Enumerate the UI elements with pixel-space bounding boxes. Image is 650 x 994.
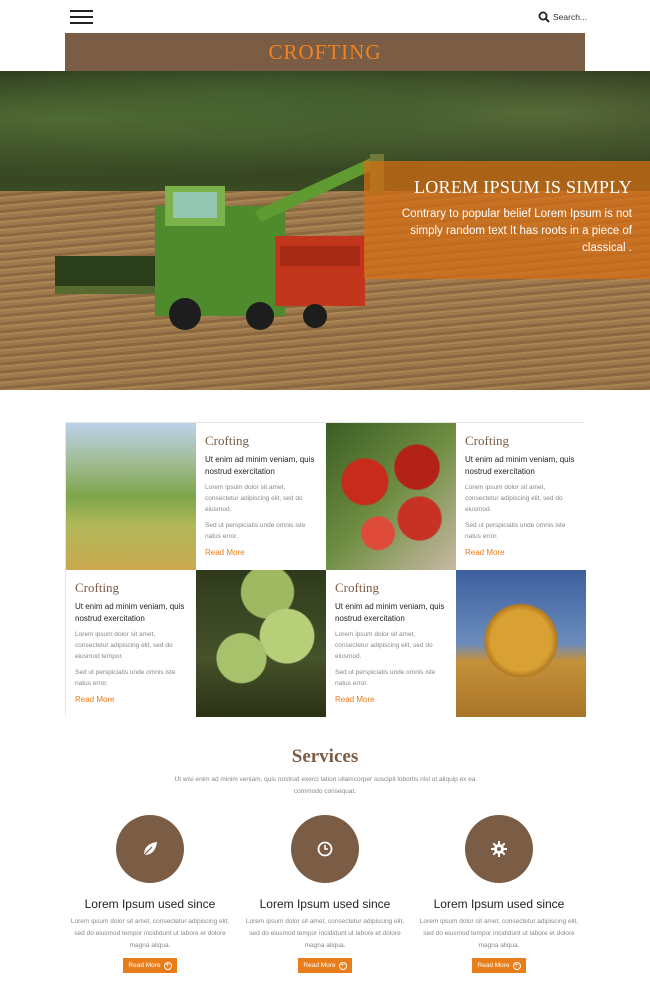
services-title: Services [291,746,359,767]
gear-icon [491,841,507,857]
search-icon [538,11,550,23]
feature-card: Crofting Ut enim ad minim veniam, quis n… [66,570,196,717]
hero-text: Contrary to popular belief Lorem Ipsum i… [401,208,632,254]
service-item: Lorem Ipsum used since Lorem ipsum dolor… [240,815,410,973]
hero-banner: LOREM IPSUM IS SIMPLY Contrary to popula… [0,71,650,390]
plus-icon: + [163,961,172,970]
top-bar: Search... [0,0,650,33]
service-text: Lorem ipsum dolor sit amet, consectetur … [419,918,579,949]
card-title: Crofting [75,580,120,595]
hero-caption: LOREM IPSUM IS SIMPLY Contrary to popula… [364,161,650,279]
service-icon-circle [116,815,184,883]
read-more-button[interactable]: Read More + [472,958,526,973]
card-body: Lorem ipsum dolor sit amet, consectetur … [205,484,303,513]
wheat-image [66,423,196,570]
card-body: Lorem ipsum dolor sit amet, consectetur … [75,631,173,660]
card-body: Sed ut perspiciatis unde omnis iste natu… [335,669,436,687]
search-box[interactable]: Search... [538,10,587,24]
read-more-label: Read More [303,962,336,969]
plus-icon: + [512,961,521,970]
card-lead: Ut enim ad minim veniam, quis nostrud ex… [465,455,575,476]
card-title: Crofting [205,433,250,448]
card-lead: Ut enim ad minim veniam, quis nostrud ex… [75,602,185,623]
search-input[interactable]: Search... [553,12,587,22]
tomato-image [196,570,326,717]
hero-title: LOREM IPSUM IS SIMPLY [413,177,632,197]
card-title: Crofting [465,433,510,448]
service-item: Lorem Ipsum used since Lorem ipsum dolor… [65,815,235,973]
plus-icon: + [338,961,347,970]
service-text: Lorem ipsum dolor sit amet, consectetur … [70,918,230,949]
service-icon-circle [291,815,359,883]
logo-bar: CROFTING [65,33,585,71]
read-more-button[interactable]: Read More + [298,958,352,973]
combine-harvester-image [55,154,384,330]
read-more-label: Read More [477,962,510,969]
read-more-label: Read More [128,962,161,969]
service-title: Lorem Ipsum used since [84,897,216,911]
read-more-link[interactable]: Read More [75,695,115,704]
clock-icon [317,841,333,857]
service-icon-circle [465,815,533,883]
read-more-link[interactable]: Read More [335,695,375,704]
card-body: Sed ut perspiciatis unde omnis iste natu… [205,522,306,540]
card-body: Sed ut perspiciatis unde omnis iste natu… [465,522,566,540]
services-subtitle: Ut wisi enim ad minim veniam, quis nostr… [174,776,476,795]
feature-card: Crofting Ut enim ad minim veniam, quis n… [456,423,586,570]
hay-bale-image [456,570,586,717]
read-more-button[interactable]: Read More + [123,958,177,973]
service-title: Lorem Ipsum used since [259,897,391,911]
service-item: Lorem Ipsum used since Lorem ipsum dolor… [414,815,584,973]
card-body: Lorem ipsum dolor sit amet, consectetur … [335,631,433,660]
feature-card: Crofting Ut enim ad minim veniam, quis n… [326,570,456,717]
site-logo[interactable]: CROFTING [268,40,381,65]
card-title: Crofting [335,580,380,595]
leaf-icon [143,842,157,856]
card-lead: Ut enim ad minim veniam, quis nostrud ex… [335,602,445,623]
menu-icon[interactable] [70,10,93,24]
feature-grid: Crofting Ut enim ad minim veniam, quis n… [65,422,586,717]
card-lead: Ut enim ad minim veniam, quis nostrud ex… [205,455,315,476]
read-more-link[interactable]: Read More [465,548,505,557]
service-text: Lorem ipsum dolor sit amet, consectetur … [245,918,405,949]
service-title: Lorem Ipsum used since [433,897,565,911]
strawberry-image [326,423,456,570]
card-body: Sed ut perspiciatis unde omnis iste natu… [75,669,176,687]
feature-card: Crofting Ut enim ad minim veniam, quis n… [196,423,326,570]
read-more-link[interactable]: Read More [205,548,245,557]
card-body: Lorem ipsum dolor sit amet, consectetur … [465,484,563,513]
